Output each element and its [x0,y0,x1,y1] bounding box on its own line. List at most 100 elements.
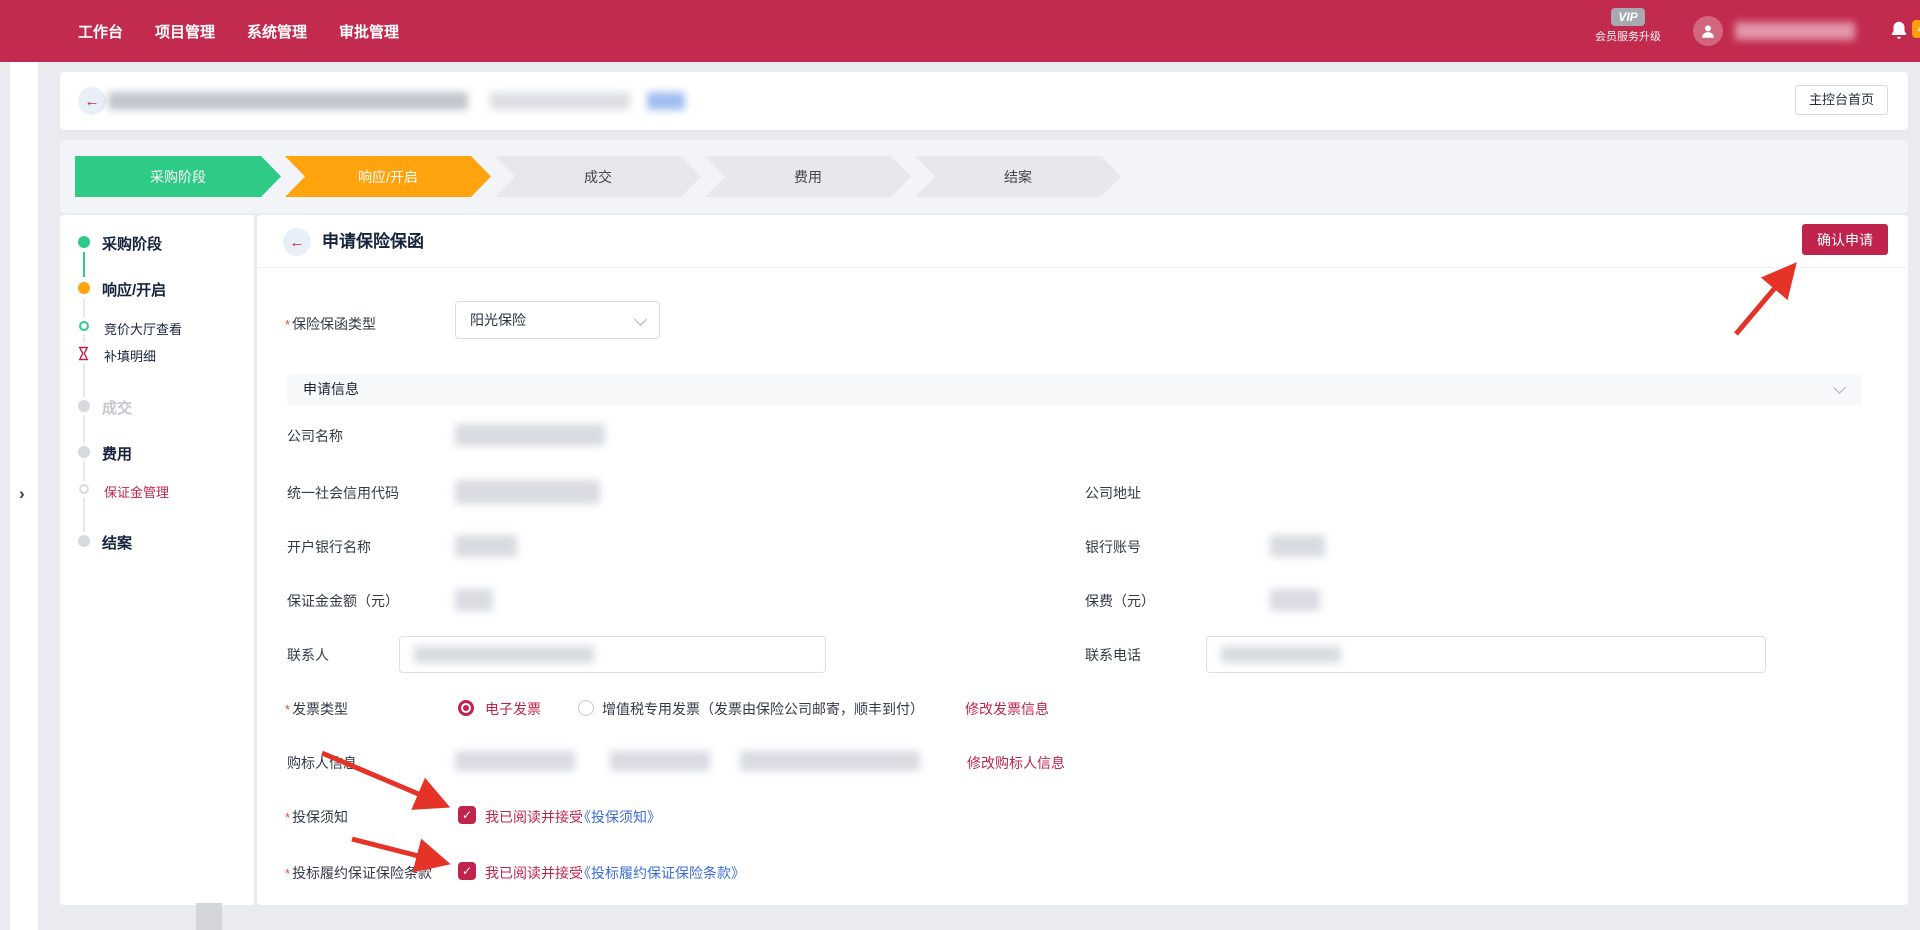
sidebar-item-fill-details[interactable]: 补填明细 [104,346,156,365]
redacted-bidder-id [610,751,710,771]
stage-dot-pending [78,535,90,547]
sidebar-item-deposit-management[interactable]: 保证金管理 [104,482,169,501]
redacted-status-chip [647,92,685,110]
edit-invoice-info-link[interactable]: 修改发票信息 [965,699,1049,719]
label-text: 投保须知 [292,809,348,825]
field-label-bidder-info: 购标人信息 [287,753,357,773]
label-text: 发票类型 [292,701,348,717]
stage-dot-active [78,282,90,294]
contact-input[interactable] [399,636,826,673]
redacted-premium [1270,589,1320,611]
top-nav: 工作台 项目管理 系统管理 审批管理 VIP 会员服务升级 46 [0,0,1920,62]
scrollbar-thumb[interactable] [196,903,222,930]
redacted-credit-code [455,480,600,504]
confirm-apply-button[interactable]: 确认申请 [1802,224,1888,255]
nav-right: VIP 会员服务升级 46 [1480,0,1920,62]
process-steps-bar: 采购阶段 响应/开启 成交 费用 结案 [60,140,1908,213]
edit-bidder-info-link[interactable]: 修改购标人信息 [967,753,1065,773]
sidebar-item-fees[interactable]: 费用 [102,443,132,464]
field-label-bank-account: 银行账号 [1085,537,1141,557]
main-panel: ← 申请保险保函 确认申请 *保险保函类型 阳光保险 申请信息 公司名称 统一社… [257,215,1908,905]
sidebar-item-bidding-hall[interactable]: 竞价大厅查看 [104,319,182,338]
back-arrow-icon: ← [85,93,100,110]
page-title: 申请保险保函 [322,215,424,268]
vip-caption: 会员服务升级 [1580,28,1676,44]
redacted-bidder-contact [740,751,920,771]
redacted-bank-account [1270,535,1325,557]
field-label-contact: 联系人 [287,645,329,665]
terms-document-link[interactable]: 《投标履约保证保险条款》 [577,863,745,883]
steps: 采购阶段 响应/开启 成交 费用 结案 [75,156,1121,197]
field-label-notice: *投保须知 [285,807,348,827]
terms-checkbox[interactable]: ✓ [458,862,476,880]
required-mark: * [285,810,290,825]
field-label-premium: 保费（元） [1085,591,1155,611]
main-panel-header: ← 申请保险保函 确认申请 [257,215,1908,268]
page-back-button[interactable]: ← [283,228,311,256]
notice-document-link[interactable]: 《投保须知》 [577,807,661,827]
step-response-open[interactable]: 响应/开启 [285,156,491,197]
sidebar-item-response-open[interactable]: 响应/开启 [102,279,166,300]
header-card: ← 主控台首页 [60,72,1908,130]
redacted-project-title [108,92,468,110]
sidebar-item-procurement[interactable]: 采购阶段 [102,233,162,254]
section-application-info[interactable]: 申请信息 [287,374,1862,405]
required-mark: * [285,702,290,717]
redacted-contact-value [414,646,594,663]
chevron-down-icon [1833,381,1846,394]
stage-sidebar: 采购阶段 响应/开启 竞价大厅查看 补填明细 成交 费用 保证金管理 结案 [60,215,254,905]
insurance-type-value: 阳光保险 [470,312,526,328]
radio-electronic-invoice[interactable] [458,700,474,716]
insurance-type-select[interactable]: 阳光保险 [455,301,660,339]
label-text: 投标履约保证保险条款 [292,865,432,881]
notice-checkbox[interactable]: ✓ [458,806,476,824]
vip-upgrade[interactable]: VIP 会员服务升级 [1580,8,1676,44]
step-fees[interactable]: 费用 [705,156,911,197]
stage-dot-pending [78,446,90,458]
section-title: 申请信息 [303,374,359,405]
field-label-deposit-amount: 保证金金额（元） [287,591,399,611]
terms-agree-text: 我已阅读并接受 [485,863,583,883]
required-mark: * [285,317,290,332]
radio-label-vat-invoice[interactable]: 增值税专用发票（发票由保险公司邮寄，顺丰到付） [602,699,924,719]
expand-panel-chevron-icon[interactable]: › [19,484,25,504]
stage-dot-done [78,236,90,248]
header-back-button[interactable]: ← [78,87,106,115]
back-arrow-icon: ← [290,234,305,251]
sidebar-item-deal[interactable]: 成交 [102,397,132,418]
radio-label-electronic-invoice[interactable]: 电子发票 [485,699,541,719]
substage-ring-icon [79,484,89,494]
field-label-terms: *投标履约保证保险条款 [285,863,432,883]
notification-bell-icon[interactable] [1888,18,1910,47]
redacted-contact-phone-value [1221,646,1341,663]
field-label-company-address: 公司地址 [1085,483,1141,503]
sidebar-item-closing[interactable]: 结案 [102,532,132,553]
hourglass-icon [77,346,90,361]
chevron-down-icon [634,313,647,326]
timeline-segment [83,252,85,277]
nav-menu: 工作台 项目管理 系统管理 审批管理 [0,21,399,42]
redacted-deposit-amount [455,589,493,611]
nav-item-approval[interactable]: 审批管理 [339,21,399,42]
vip-icon: VIP [1611,8,1644,26]
field-label-invoice-type: *发票类型 [285,699,348,719]
notice-agree-text: 我已阅读并接受 [485,807,583,827]
user-avatar[interactable] [1693,16,1723,46]
redacted-company-name [455,424,605,446]
nav-item-system[interactable]: 系统管理 [247,21,307,42]
check-icon: ✓ [462,864,472,878]
console-home-button[interactable]: 主控台首页 [1795,85,1888,115]
step-procurement[interactable]: 采购阶段 [75,156,281,197]
field-label-insurance-type: *保险保函类型 [285,314,376,334]
step-closing[interactable]: 结案 [915,156,1121,197]
label-text: 保险保函类型 [292,316,376,332]
nav-item-projects[interactable]: 项目管理 [155,21,215,42]
field-label-company-name: 公司名称 [287,426,343,446]
step-deal[interactable]: 成交 [495,156,701,197]
field-label-contact-phone: 联系电话 [1085,645,1141,665]
nav-item-workbench[interactable]: 工作台 [78,21,123,42]
contact-phone-input[interactable] [1206,636,1766,673]
check-icon: ✓ [462,808,472,822]
radio-vat-invoice[interactable] [578,700,594,716]
redacted-username [1735,22,1855,40]
